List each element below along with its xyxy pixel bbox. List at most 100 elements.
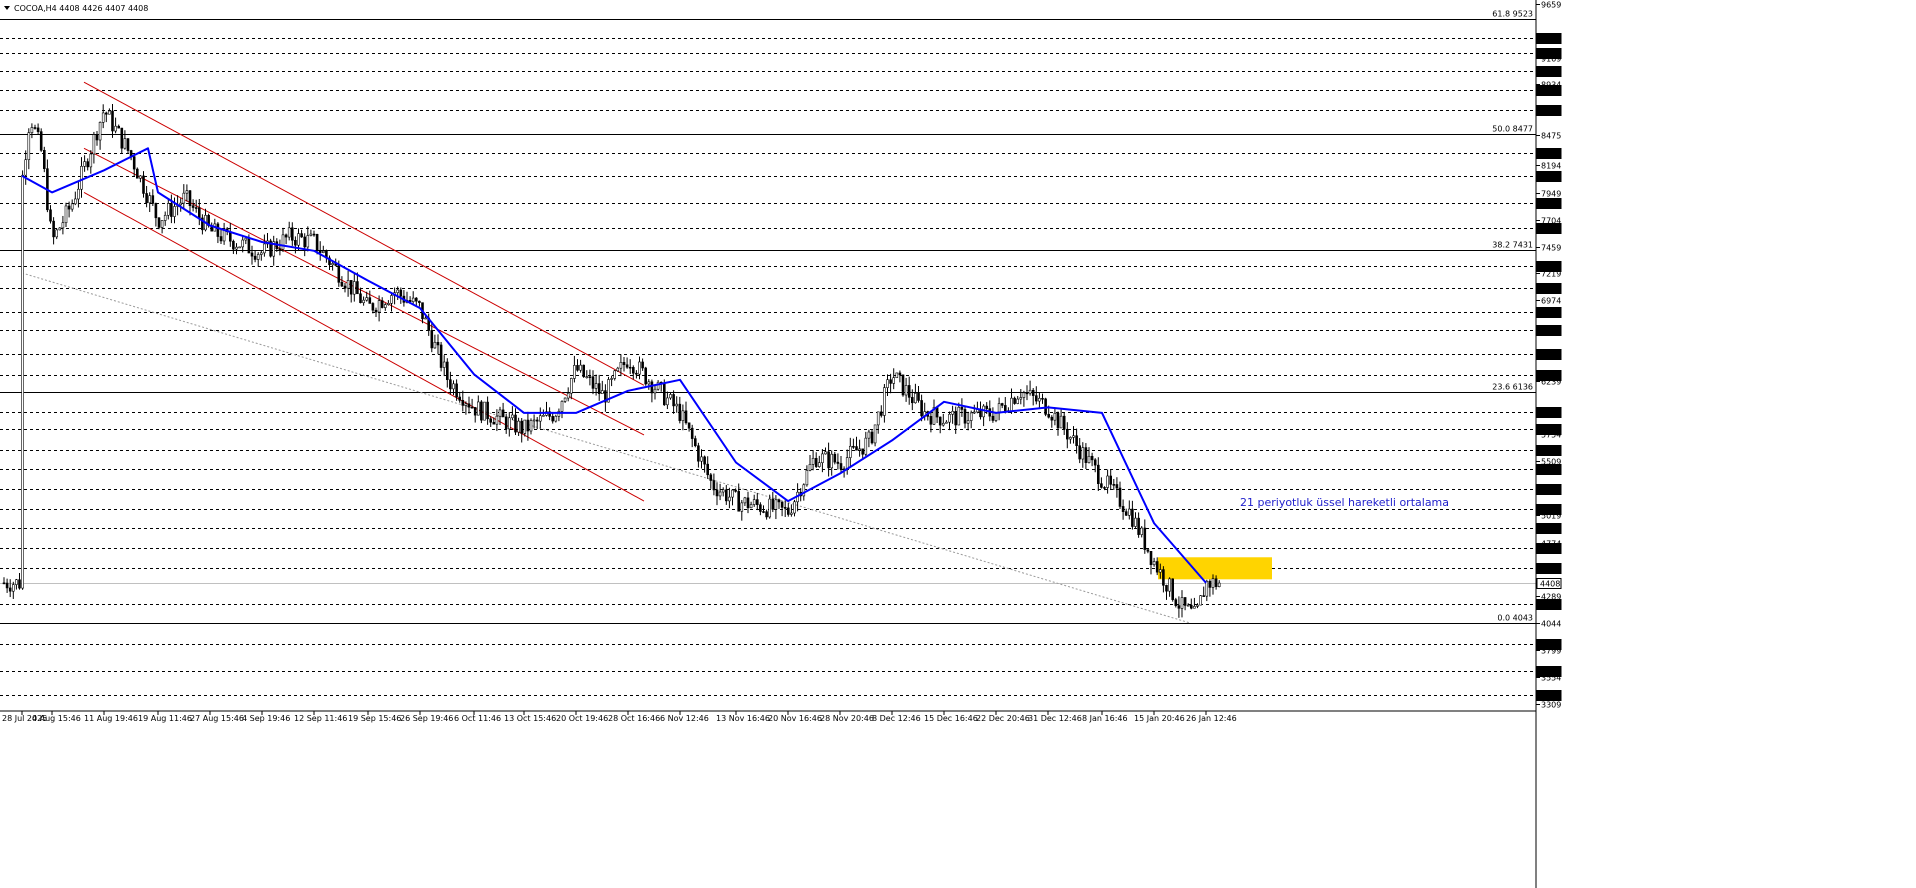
candle-body	[74, 198, 77, 205]
candle-body	[576, 365, 579, 371]
candle-body	[1109, 475, 1112, 485]
candle-body	[780, 501, 784, 508]
candle-body	[811, 457, 815, 465]
candle-body	[1072, 435, 1075, 438]
price-label: 8194	[1541, 162, 1561, 171]
candle-body	[306, 235, 310, 248]
candle-body	[1214, 578, 1218, 587]
candle-body	[1118, 487, 1122, 507]
highlight-zone	[1158, 557, 1272, 580]
price-chart[interactable]: 61.8 9523 50.0 8477 38.2 7431 23.6 6136 0.0 …	[0, 0, 1916, 888]
price-label: 5442	[1540, 466, 1560, 475]
candle-body	[1019, 397, 1023, 400]
candle-body	[684, 410, 688, 424]
candle-body	[724, 489, 728, 502]
candle-body	[1168, 578, 1171, 592]
candle-body	[839, 463, 843, 470]
price-label: 7219	[1541, 270, 1561, 279]
candle-body	[613, 370, 617, 379]
candle-body	[1025, 392, 1029, 395]
price-label: 8698	[1540, 107, 1560, 116]
candle-body	[1097, 464, 1100, 484]
candle-body	[120, 127, 124, 149]
candle-body	[414, 297, 418, 302]
candle-body	[914, 393, 917, 404]
candle-body	[495, 415, 499, 425]
candle-body	[1047, 414, 1050, 418]
candle-body	[157, 217, 161, 228]
candle-body	[647, 381, 651, 385]
time-label: 11 Aug 19:46	[84, 714, 138, 723]
candle-body	[886, 379, 889, 388]
candle-body	[1050, 416, 1054, 421]
candle-body	[585, 376, 589, 378]
candle-body	[476, 401, 480, 416]
candle-body	[461, 400, 465, 406]
candle-body	[1143, 527, 1147, 550]
candle-body	[346, 280, 350, 289]
candle-body	[749, 504, 753, 509]
candle-body	[439, 344, 443, 368]
candle-body	[1003, 405, 1007, 411]
candle-body	[67, 205, 71, 210]
candle-body	[752, 499, 756, 505]
candle-body	[582, 364, 586, 377]
candle-body	[235, 246, 238, 250]
candle-body	[318, 250, 322, 253]
candle-body	[746, 497, 750, 509]
price-label: 7629	[1540, 225, 1560, 234]
candle-body	[377, 300, 381, 313]
candle-body	[1106, 475, 1109, 488]
candle-body	[858, 448, 861, 451]
candle-body	[15, 579, 18, 585]
time-label: 6 Nov 12:46	[660, 714, 709, 723]
candle-body	[70, 203, 74, 210]
candle-body	[1053, 412, 1057, 421]
candle-body	[12, 584, 15, 592]
candle-body	[98, 122, 102, 141]
candle-body	[790, 512, 793, 515]
chart-header: COCOA,H4 4408 4426 4407 4408	[4, 4, 148, 13]
candle-body	[895, 372, 899, 379]
fibonacci-label: 50.0 8477	[1492, 125, 1533, 134]
candle-body	[1010, 397, 1013, 412]
price-label: 6486	[1540, 351, 1560, 360]
candle-body	[625, 364, 629, 368]
candle-body	[1183, 597, 1187, 606]
candle-body	[442, 361, 446, 368]
candle-body	[247, 237, 251, 254]
candle-body	[219, 236, 223, 242]
candle-body	[1165, 585, 1168, 592]
candle-body	[1193, 606, 1196, 609]
candle-body	[1038, 397, 1041, 402]
candle-body	[445, 361, 449, 381]
candle-body	[718, 491, 722, 497]
price-label: 3799	[1541, 647, 1561, 656]
fibonacci-label: 61.8 9523	[1492, 10, 1533, 19]
candle-body	[535, 419, 539, 422]
price-label: 6869	[1540, 309, 1560, 318]
candle-body	[1121, 506, 1125, 512]
candle-body	[954, 411, 958, 426]
candle-body	[1090, 455, 1094, 461]
candle-body	[42, 150, 46, 169]
candle-body	[374, 309, 378, 313]
candle-body	[179, 202, 182, 206]
candle-body	[154, 203, 158, 219]
time-label: 6 Oct 11:46	[454, 714, 501, 723]
candle-body	[436, 341, 440, 346]
candle-body	[650, 381, 654, 394]
candle-body	[55, 229, 59, 238]
candle-body	[123, 138, 127, 149]
time-label: 15 Jan 20:46	[1134, 714, 1185, 723]
candle-body	[343, 285, 347, 289]
price-label: 7949	[1541, 190, 1561, 199]
candle-body	[808, 464, 812, 471]
triangle-down-icon[interactable]	[4, 6, 10, 10]
candle-body	[1131, 508, 1134, 527]
candle-body	[855, 446, 858, 451]
candle-body	[817, 462, 821, 467]
candle-body	[523, 419, 527, 434]
candle-body	[61, 222, 65, 229]
candle-body	[1205, 580, 1209, 597]
